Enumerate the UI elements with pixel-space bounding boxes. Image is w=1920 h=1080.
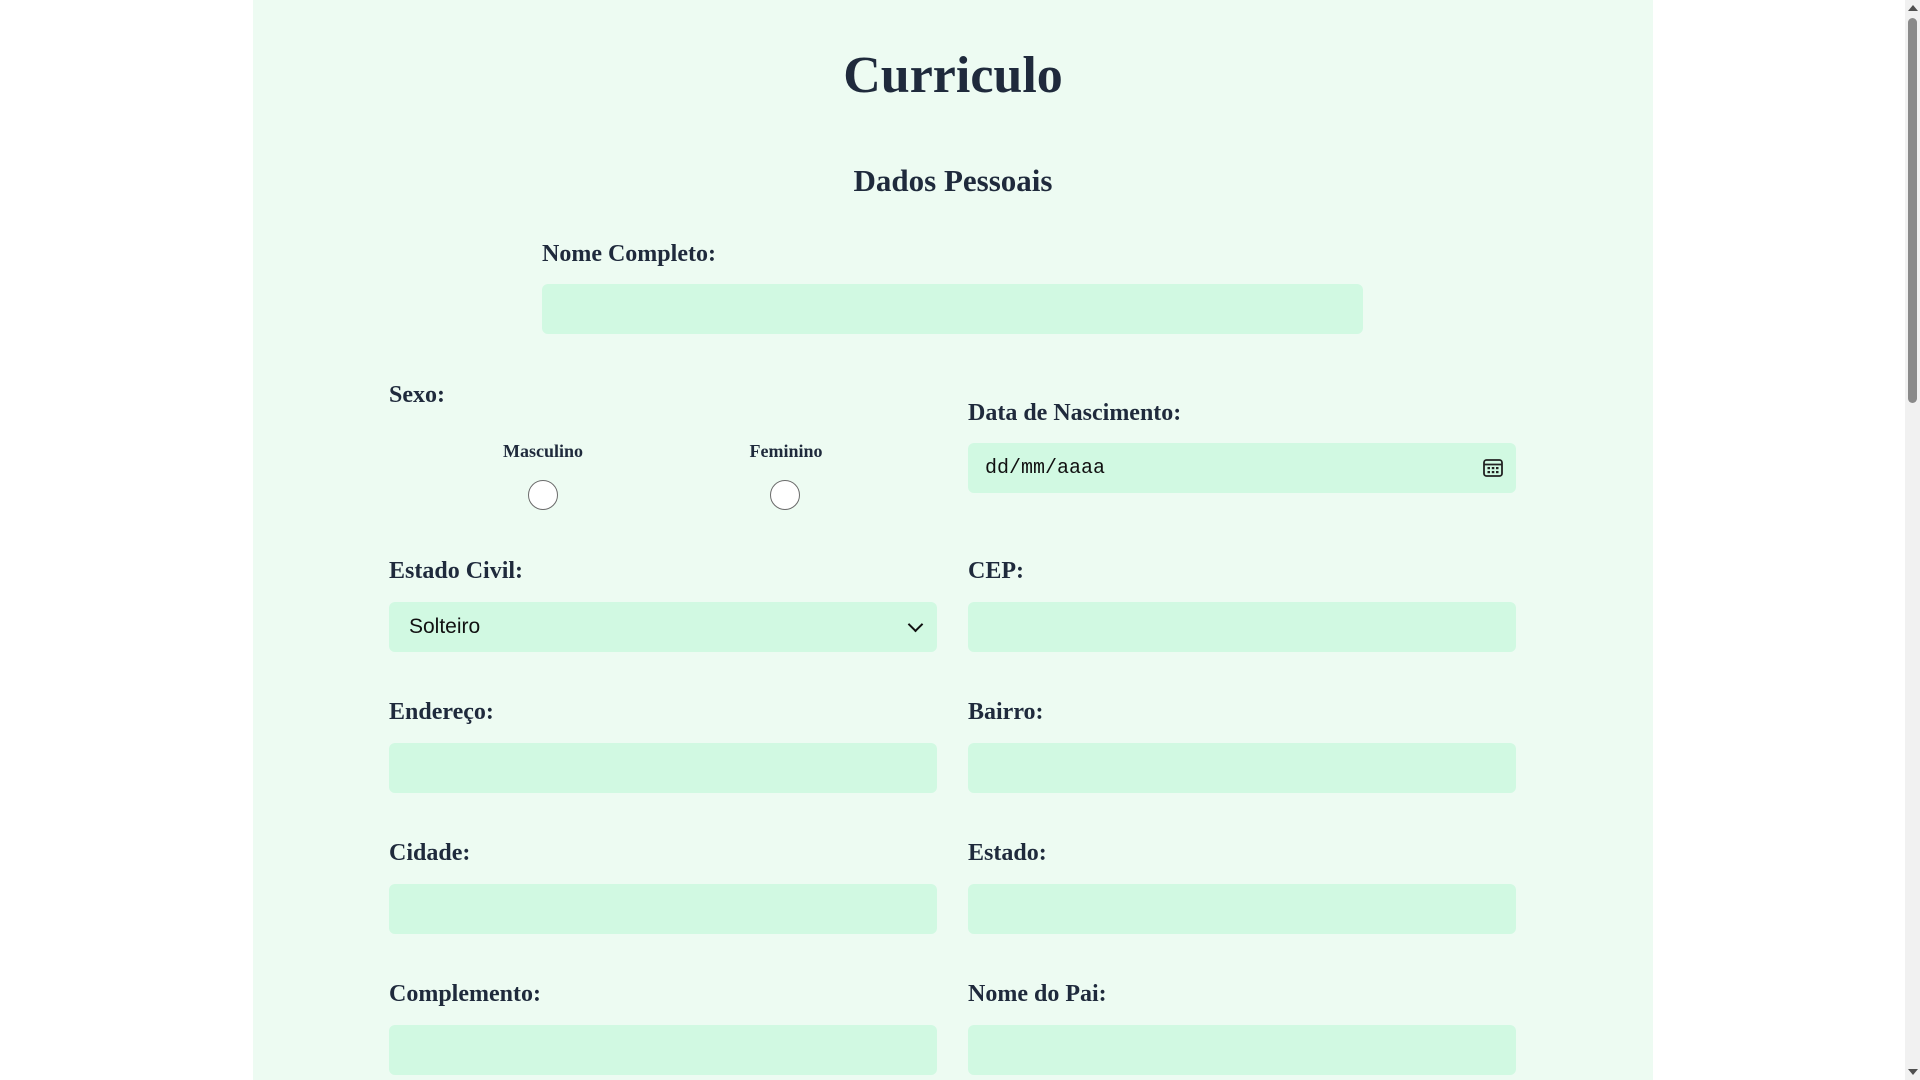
bairro-label: Bairro: — [968, 699, 1044, 725]
nome-pai-input[interactable] — [968, 1025, 1516, 1075]
page-title: Curriculo — [843, 47, 1063, 104]
cidade-label: Cidade: — [389, 840, 471, 866]
estado-label: Estado: — [968, 840, 1047, 866]
radio-label-feminino: Feminino — [749, 441, 823, 461]
data-nascimento-label: Data de Nascimento: — [968, 400, 1182, 426]
chevron-down-icon — [907, 616, 924, 632]
bairro-input[interactable] — [968, 743, 1516, 793]
estado-civil-label: Estado Civil: — [389, 558, 524, 584]
nome-pai-label: Nome do Pai: — [968, 981, 1107, 1007]
estado-civil-select[interactable]: Solteiro — [389, 602, 937, 652]
scroll-thumb[interactable] — [1908, 18, 1917, 403]
scroll-up-arrow-icon[interactable] — [1908, 5, 1918, 11]
calendar-icon[interactable] — [1482, 457, 1504, 479]
vertical-scrollbar[interactable] — [1905, 0, 1920, 1080]
endereco-label: Endereço: — [389, 699, 494, 725]
sexo-label: Sexo: — [389, 382, 445, 408]
estado-input[interactable] — [968, 884, 1516, 934]
complemento-label: Complemento: — [389, 981, 541, 1007]
radio-masculino[interactable] — [528, 480, 558, 510]
estado-civil-selected: Solteiro — [409, 615, 481, 638]
nome-completo-label: Nome Completo: — [542, 241, 716, 267]
cep-input[interactable] — [968, 602, 1516, 652]
radio-label-masculino: Masculino — [502, 441, 583, 461]
date-placeholder: dd/mm/aaaa — [985, 456, 1106, 480]
data-nascimento-input[interactable]: dd/mm/aaaa — [968, 443, 1516, 493]
complemento-input[interactable] — [389, 1025, 937, 1075]
endereco-input[interactable] — [389, 743, 937, 793]
radio-feminino[interactable] — [770, 480, 800, 510]
form-container: Curriculo Dados Pessoais Nome Completo: … — [253, 0, 1653, 1080]
section-title: Dados Pessoais — [853, 163, 1053, 198]
nome-completo-input[interactable] — [542, 284, 1363, 334]
cidade-input[interactable] — [389, 884, 937, 934]
scroll-down-arrow-icon[interactable] — [1908, 1069, 1918, 1075]
cep-label: CEP: — [968, 558, 1024, 584]
